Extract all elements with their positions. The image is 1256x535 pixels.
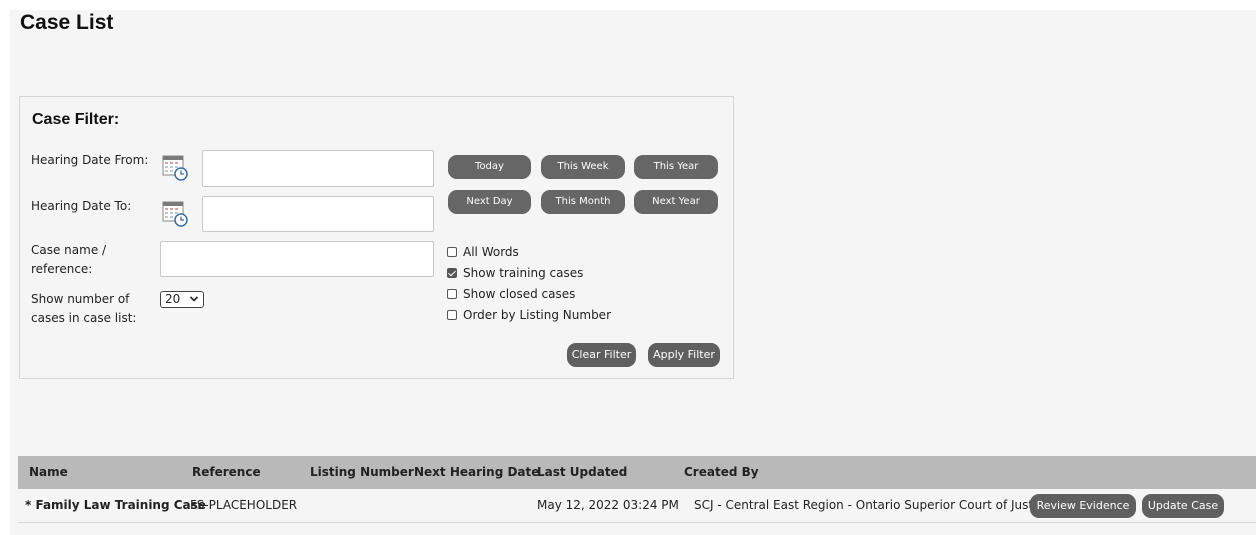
clear-filter-button[interactable]: Clear Filter — [567, 343, 636, 367]
order-listing-checkbox[interactable] — [447, 310, 457, 320]
case-name-link[interactable]: * Family Law Training Case — [25, 489, 206, 522]
show-closed-checkbox[interactable] — [447, 289, 457, 299]
page-container: Case List Case Filter: Hearing Date From… — [10, 10, 1256, 535]
today-button[interactable]: Today — [448, 155, 531, 179]
col-next-hearing-date[interactable]: Next Hearing Date — [414, 456, 539, 489]
case-filter-panel: Case Filter: Hearing Date From: Hearing … — [19, 96, 734, 379]
case-name-label: Case name / reference: — [31, 241, 106, 279]
all-words-label: All Words — [463, 245, 519, 259]
case-name-input[interactable] — [160, 241, 434, 277]
update-case-button[interactable]: Update Case — [1142, 494, 1224, 518]
filter-title: Case Filter: — [32, 111, 120, 128]
show-number-label-line1: Show number of — [31, 292, 130, 306]
show-closed-option[interactable]: Show closed cases — [447, 287, 575, 301]
calendar-clock-icon[interactable] — [162, 153, 188, 181]
next-day-button[interactable]: Next Day — [448, 190, 531, 214]
apply-filter-button[interactable]: Apply Filter — [648, 343, 720, 367]
all-words-option[interactable]: All Words — [447, 245, 519, 259]
show-training-option[interactable]: Show training cases — [447, 266, 583, 280]
show-number-value: 20 — [165, 292, 181, 306]
show-training-checkbox[interactable] — [447, 268, 457, 278]
chevron-down-icon — [189, 292, 199, 311]
show-training-label: Show training cases — [463, 266, 584, 280]
col-name[interactable]: Name — [29, 456, 68, 489]
col-listing-number[interactable]: Listing Number — [310, 456, 414, 489]
case-created-by: SCJ - Central East Region - Ontario Supe… — [694, 498, 1051, 512]
next-year-button[interactable]: Next Year — [634, 190, 718, 214]
show-number-label: Show number of cases in case list: — [31, 290, 136, 328]
show-number-label-line2: cases in case list: — [31, 311, 137, 325]
col-reference[interactable]: Reference — [192, 456, 261, 489]
col-created-by[interactable]: Created By — [684, 456, 759, 489]
case-name-label-line1: Case name / — [31, 243, 107, 257]
all-words-checkbox[interactable] — [447, 247, 457, 257]
hearing-to-label: Hearing Date To: — [31, 199, 132, 213]
show-closed-label: Show closed cases — [463, 287, 576, 301]
this-week-button[interactable]: This Week — [541, 155, 625, 179]
case-reference: FS-PLACEHOLDER — [190, 498, 298, 512]
hearing-from-label: Hearing Date From: — [31, 153, 149, 167]
page-title: Case List — [20, 11, 114, 34]
case-last-updated: May 12, 2022 03:24 PM — [537, 498, 679, 512]
review-evidence-button[interactable]: Review Evidence — [1030, 494, 1136, 518]
hearing-to-input[interactable] — [202, 196, 434, 232]
this-year-button[interactable]: This Year — [634, 155, 718, 179]
show-number-select[interactable]: 20 — [160, 291, 204, 308]
table-row: * Family Law Training Case FS-PLACEHOLDE… — [18, 489, 1256, 523]
order-listing-label: Order by Listing Number — [463, 308, 612, 322]
calendar-clock-icon[interactable] — [162, 199, 188, 227]
table-header: Name Reference Listing Number Next Heari… — [18, 456, 1256, 489]
this-month-button[interactable]: This Month — [541, 190, 625, 214]
col-last-updated[interactable]: Last Updated — [537, 456, 627, 489]
case-name-label-line2: reference: — [31, 262, 93, 276]
order-listing-option[interactable]: Order by Listing Number — [447, 308, 611, 322]
hearing-from-input[interactable] — [202, 150, 434, 187]
